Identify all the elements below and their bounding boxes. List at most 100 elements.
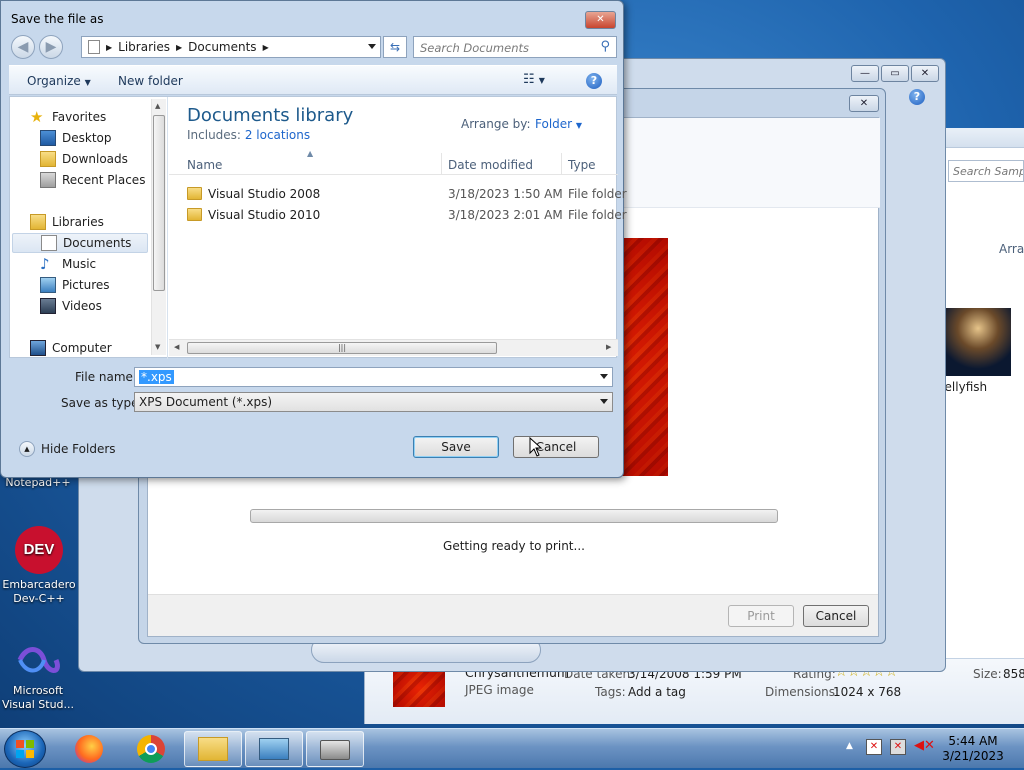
file-row[interactable]: Visual Studio 2008 3/18/2023 1:50 AM Fil… [187,184,627,204]
save-file-dialog: Save the file as ✕ ◀ ▶ ▶ Libraries ▶ Doc… [0,0,627,478]
taskbar-clock[interactable]: 5:44 AM 3/21/2023 [938,734,1008,764]
folder-icon [187,208,202,221]
downloads-icon [40,151,56,167]
scroll-left-icon[interactable]: ◀ [174,343,179,351]
arrange-by-dropdown[interactable]: Folder ▼ [535,117,582,131]
file-type: File folder [568,187,627,201]
dialog-toolbar: Organize ▼ New folder ☷ ▼ ? [9,65,617,95]
hide-folders-button[interactable]: ▲ Hide Folders [19,441,116,457]
jellyfish-label[interactable]: Jellyfish [941,380,987,394]
address-bar[interactable]: ▶ Libraries ▶ Documents ▶ [81,36,381,58]
print-progress-bar [250,509,778,523]
organize-button[interactable]: Organize ▼ [27,74,91,88]
desktop-icon-notepad-plus-plus[interactable]: Notepad++ [0,476,76,490]
viewer-help-icon[interactable]: ? [909,89,925,105]
desktop-icon-dev-cpp[interactable]: DEV Embarcadero Dev-C++ [1,526,77,606]
file-list-scroll-thumb[interactable]: ||| [187,342,497,354]
refresh-icon[interactable]: ⇆ [383,36,407,58]
column-date-modified[interactable]: Date modified [448,158,533,172]
breadcrumb-documents[interactable]: Documents [188,40,256,54]
firefox-taskbar-icon[interactable] [60,731,118,767]
back-icon[interactable]: ◀ [11,35,35,59]
scroll-up-icon[interactable]: ▲ [155,102,160,110]
print-button[interactable]: Print [728,605,794,627]
nav-videos[interactable]: Videos [40,296,102,316]
tags-value[interactable]: Add a tag [628,685,686,699]
scroll-right-icon[interactable]: ▶ [606,343,611,351]
print-cancel-button[interactable]: Cancel [803,605,869,627]
nav-desktop[interactable]: Desktop [40,128,112,148]
new-folder-button[interactable]: New folder [118,74,183,88]
print-close-icon[interactable]: ✕ [849,95,879,112]
jellyfish-thumbnail[interactable] [945,308,1011,376]
folder-icon [187,187,202,200]
column-headers: Name ▲ Date modified Type [169,149,618,175]
file-name-dropdown-icon[interactable] [600,374,608,379]
column-type[interactable]: Type [568,158,596,172]
star-icon: ★ [30,108,44,126]
forward-icon[interactable]: ▶ [39,35,63,59]
column-name[interactable]: Name [187,158,222,172]
nav-documents[interactable]: Documents [12,233,148,253]
scroll-down-icon[interactable]: ▼ [155,343,160,351]
taskbar: ▲ ✕ ✕ ◀✕ 5:44 AM 3/21/2023 [0,728,1024,768]
file-name: Visual Studio 2010 [208,208,321,222]
cancel-button[interactable]: Cancel [513,436,599,458]
explorer-taskbar-icon[interactable] [184,731,242,767]
nav-favorites[interactable]: ★ Favorites [30,107,106,127]
dimensions-value: 1024 x 768 [833,685,902,699]
desktop-icon-visual-studio[interactable]: Microsoft Visual Stud... [0,640,76,712]
save-type-dropdown-icon [600,399,608,404]
file-date: 3/18/2023 2:01 AM [448,208,563,222]
help-icon[interactable]: ? [586,73,602,89]
visual-studio-logo-icon [14,640,62,680]
photo-viewer-taskbar-icon[interactable] [245,731,303,767]
nav-scroll-thumb[interactable] [153,115,165,291]
save-as-type-label: Save as type: [61,396,143,410]
nav-pictures[interactable]: Pictures [40,275,110,295]
libraries-icon [30,214,46,230]
action-center-icon[interactable]: ✕ [866,739,882,755]
save-button[interactable]: Save [413,436,499,458]
nav-scrollbar[interactable]: ▲ ▼ [151,99,166,355]
desktop-icon-label: Embarcadero Dev-C++ [2,578,76,605]
explorer-search-input[interactable]: Search Sample Pictures [948,160,1024,182]
close-icon[interactable]: ✕ [911,65,939,82]
nav-computer[interactable]: Computer [30,338,112,358]
dialog-close-icon[interactable]: ✕ [585,11,616,29]
file-name-input[interactable]: *.xps [134,367,613,387]
computer-icon [30,340,46,356]
nav-music[interactable]: ♪ Music [40,254,96,274]
desktop-icon-label: Microsoft Visual Stud... [1,684,75,711]
size-label: Size: [973,667,1002,681]
search-icon[interactable]: ⚲ [600,39,610,54]
print-status-text: Getting ready to print... [443,539,585,553]
view-options-icon[interactable]: ☷ ▼ [523,72,545,87]
breadcrumb-separator-icon: ▶ [175,42,183,52]
locations-link[interactable]: 2 locations [245,128,310,142]
maximize-icon[interactable]: ▭ [881,65,909,82]
network-icon[interactable]: ✕ [890,739,906,755]
address-dropdown-icon[interactable] [368,44,376,49]
file-name-label: File name: [75,370,137,384]
file-row[interactable]: Visual Studio 2010 3/18/2023 2:01 AM Fil… [187,205,627,225]
search-input[interactable]: Search Documents ⚲ [413,36,617,58]
nav-downloads[interactable]: Downloads [40,149,128,169]
nav-libraries[interactable]: Libraries [30,212,104,232]
printer-taskbar-icon[interactable] [306,731,364,767]
arrange-label: Arran [999,242,1024,256]
file-list-scrollbar[interactable]: ◀ ||| ▶ [169,339,618,356]
show-hidden-icons-icon[interactable]: ▲ [846,741,853,751]
details-type: JPEG image [465,683,534,697]
videos-icon [40,298,56,314]
minimize-icon[interactable]: — [851,65,879,82]
breadcrumb-libraries[interactable]: Libraries [118,40,170,54]
save-as-type-select[interactable]: XPS Document (*.xps) [134,392,613,412]
clock-date: 3/21/2023 [942,749,1004,763]
clock-time: 5:44 AM [948,734,998,748]
start-button-icon[interactable] [4,730,46,768]
volume-muted-icon[interactable]: ◀✕ [914,738,935,753]
chrome-taskbar-icon[interactable] [122,731,180,767]
nav-recent-places[interactable]: Recent Places [40,170,145,190]
breadcrumb-separator-icon[interactable]: ▶ [263,43,269,52]
